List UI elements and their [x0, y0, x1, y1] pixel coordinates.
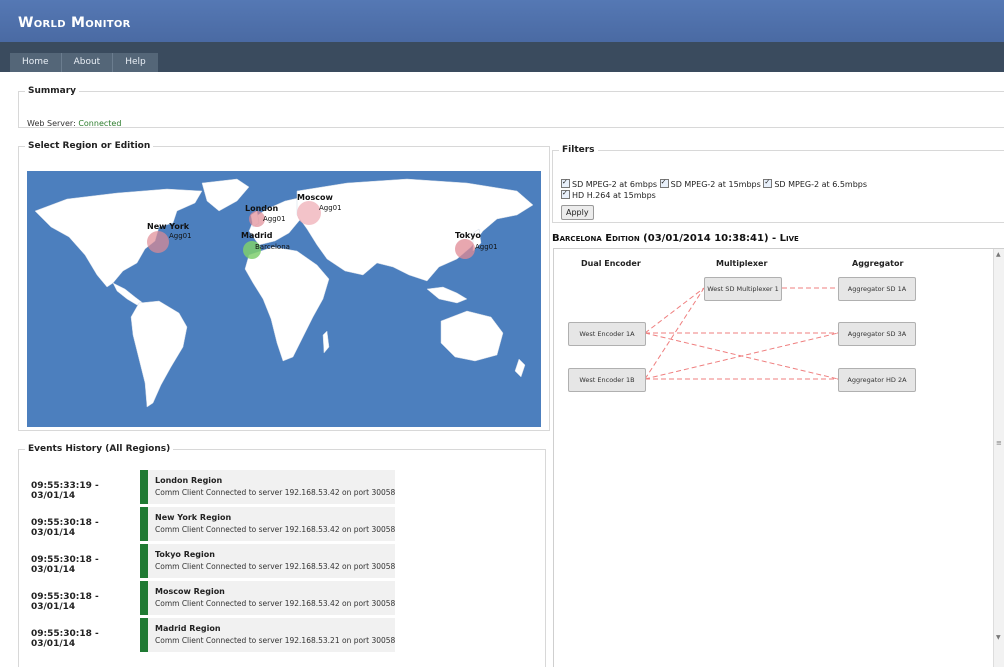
map-agg-london: Agg01	[263, 215, 286, 223]
event-region: New York Region	[155, 513, 232, 522]
event-region: London Region	[155, 476, 223, 485]
edition-diagram: Dual Encoder Multiplexer Aggregator West…	[553, 248, 1004, 667]
map-label-madrid: Madrid	[241, 231, 273, 240]
event-message: Comm Client Connected to server 192.168.…	[155, 525, 396, 534]
node-aggregator-sd-1a[interactable]: Aggregator SD 1A	[838, 277, 916, 301]
map-agg-moscow: Agg01	[319, 204, 342, 212]
filter-label: SD MPEG-2 at 15mbps	[670, 180, 761, 189]
scroll-up-icon[interactable]: ▲	[996, 251, 1001, 258]
map-marker-tokyo[interactable]	[455, 239, 475, 259]
node-aggregator-hd-2a[interactable]: Aggregator HD 2A	[838, 368, 916, 392]
nav-bar: Home About Help	[0, 42, 1004, 72]
event-status-bar	[140, 544, 148, 578]
world-map-land	[34, 178, 534, 408]
node-multiplexer[interactable]: West SD Multiplexer 1	[704, 277, 782, 301]
diagram-scrollbar[interactable]: ▲ ≡ ▼	[993, 249, 1004, 667]
map-legend: Select Region or Edition	[28, 141, 151, 151]
map-agg-new-york: Agg01	[169, 232, 192, 240]
event-time: 09:55:33:19 - 03/01/14	[31, 481, 99, 501]
filter-label: SD MPEG-2 at 6mbps	[572, 180, 658, 189]
event-item: 09:55:30:18 - 03/01/14 Moscow Region Com…	[27, 581, 399, 615]
map-agg-tokyo: Agg01	[475, 243, 498, 251]
node-encoder-1b[interactable]: West Encoder 1B	[568, 368, 646, 392]
edition-title: Barcelona Edition (03/01/2014 10:38:41) …	[552, 233, 799, 244]
apply-button[interactable]: Apply	[561, 205, 594, 220]
filter-option[interactable]: SD MPEG-2 at 6mbps	[561, 177, 658, 189]
nav-menu: Home About Help	[10, 53, 158, 72]
map-marker-new-york[interactable]	[147, 231, 169, 253]
filters-legend: Filters	[562, 145, 595, 155]
web-server-connected: Connected	[78, 119, 122, 128]
map-label-tokyo: Tokyo	[455, 231, 481, 240]
filter-options: SD MPEG-2 at 6mbps SD MPEG-2 at 15mbps S…	[561, 177, 991, 201]
event-region: Moscow Region	[155, 587, 225, 596]
filter-option[interactable]: HD H.264 at 15mbps	[561, 188, 656, 200]
world-map[interactable]: New York Agg01 London Agg01 Moscow Agg01…	[27, 171, 541, 427]
region-map-panel: Select Region or Edition New York Agg01 …	[18, 141, 550, 431]
event-message: Comm Client Connected to server 192.168.…	[155, 599, 396, 608]
nav-home[interactable]: Home	[10, 53, 62, 72]
scroll-grip-icon[interactable]: ≡	[996, 439, 1002, 447]
app-header: World Monitor	[0, 0, 1004, 42]
event-message: Comm Client Connected to server 192.168.…	[155, 636, 396, 645]
event-message: Comm Client Connected to server 192.168.…	[155, 562, 396, 571]
checkbox-icon[interactable]	[561, 177, 570, 188]
column-header-aggregator: Aggregator	[852, 259, 904, 268]
event-item: 09:55:30:18 - 03/01/14 Madrid Region Com…	[27, 618, 399, 652]
event-time: 09:55:30:18 - 03/01/14	[31, 518, 99, 538]
filters-panel: Filters SD MPEG-2 at 6mbps SD MPEG-2 at …	[552, 145, 1004, 223]
web-server-label: Web Server:	[27, 119, 76, 128]
event-item: 09:55:30:18 - 03/01/14 New York Region C…	[27, 507, 399, 541]
event-region: Tokyo Region	[155, 550, 215, 559]
column-header-multiplexer: Multiplexer	[716, 259, 768, 268]
filter-option[interactable]: SD MPEG-2 at 6.5mbps	[763, 177, 868, 189]
event-card: Madrid Region Comm Client Connected to s…	[148, 618, 395, 652]
event-card: London Region Comm Client Connected to s…	[148, 470, 395, 504]
event-item: 09:55:33:19 - 03/01/14 London Region Com…	[27, 470, 399, 504]
node-aggregator-sd-3a[interactable]: Aggregator SD 3A	[838, 322, 916, 346]
checkbox-icon[interactable]	[659, 177, 669, 188]
event-message: Comm Client Connected to server 192.168.…	[155, 488, 396, 497]
map-label-new-york: New York	[147, 222, 190, 231]
map-marker-moscow[interactable]	[297, 201, 321, 225]
event-status-bar	[140, 618, 148, 652]
map-label-london: London	[245, 204, 279, 213]
filter-option[interactable]: SD MPEG-2 at 15mbps	[659, 177, 761, 189]
filter-label: SD MPEG-2 at 6.5mbps	[774, 180, 868, 189]
column-header-encoder: Dual Encoder	[581, 259, 641, 268]
app-title: World Monitor	[18, 15, 131, 31]
event-card: New York Region Comm Client Connected to…	[148, 507, 395, 541]
filter-label: HD H.264 at 15mbps	[572, 191, 656, 200]
event-time: 09:55:30:18 - 03/01/14	[31, 629, 99, 649]
map-label-moscow: Moscow	[297, 193, 333, 202]
event-time: 09:55:30:18 - 03/01/14	[31, 592, 99, 612]
summary-panel: Summary Web Server: Connected	[18, 86, 1004, 128]
event-status-bar	[140, 470, 148, 504]
event-status-bar	[140, 581, 148, 615]
event-status-bar	[140, 507, 148, 541]
event-card: Tokyo Region Comm Client Connected to se…	[148, 544, 395, 578]
event-card: Moscow Region Comm Client Connected to s…	[148, 581, 395, 615]
checkbox-icon[interactable]	[561, 188, 570, 199]
events-history-panel: Events History (All Regions) 09:55:33:19…	[18, 444, 546, 667]
nav-about[interactable]: About	[62, 53, 114, 72]
node-encoder-1a[interactable]: West Encoder 1A	[568, 322, 646, 346]
checkbox-icon[interactable]	[763, 177, 773, 188]
diagram-links	[644, 287, 839, 380]
map-agg-madrid: Barcelona	[255, 243, 290, 251]
events-legend: Events History (All Regions)	[28, 444, 171, 454]
summary-legend: Summary	[28, 86, 77, 96]
nav-help[interactable]: Help	[113, 53, 158, 72]
scroll-down-icon[interactable]: ▼	[996, 634, 1001, 641]
event-item: 09:55:30:18 - 03/01/14 Tokyo Region Comm…	[27, 544, 399, 578]
event-region: Madrid Region	[155, 624, 221, 633]
event-time: 09:55:30:18 - 03/01/14	[31, 555, 99, 575]
web-server-status: Web Server: Connected	[27, 119, 121, 128]
